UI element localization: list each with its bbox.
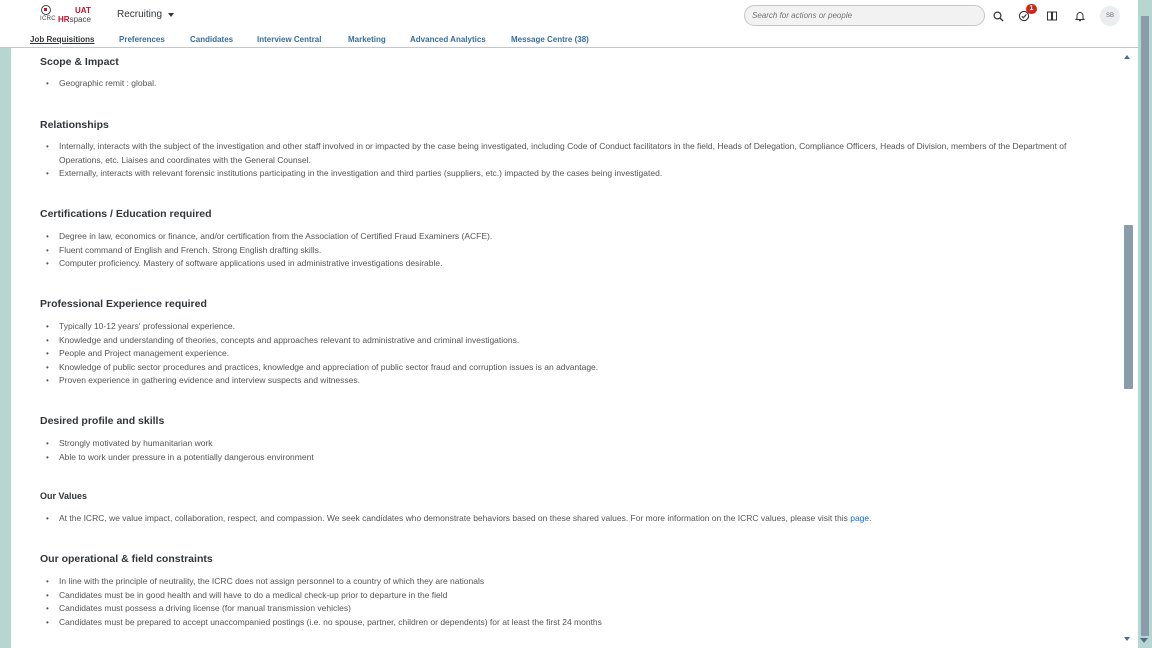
list-item: Geographic remit : global. — [46, 77, 1076, 91]
logo-icrc-text: ICRC — [40, 16, 56, 22]
tab-message-centre[interactable]: Message Centre (38) — [511, 35, 589, 44]
list-item: Candidates must possess a driving licens… — [46, 602, 1076, 616]
section-title-experience: Professional Experience required — [40, 298, 207, 310]
notification-count-badge: 1 — [1026, 4, 1037, 14]
experience-list: Typically 10-12 years' professional expe… — [46, 320, 1076, 388]
section-title-relationships: Relationships — [40, 119, 109, 131]
tab-preferences[interactable]: Preferences — [119, 35, 165, 44]
tab-bar: Job Requisitions Preferences Candidates … — [0, 32, 1152, 48]
list-item: Knowledge of public sector procedures an… — [46, 361, 1076, 375]
list-item: Candidates must be prepared to accept un… — [46, 616, 1076, 630]
values-list: At the ICRC, we value impact, collaborat… — [46, 512, 1076, 526]
list-item: Candidates must be in good health and wi… — [46, 589, 1076, 603]
section-title-profile: Desired profile and skills — [40, 415, 165, 427]
content-scrollbar-thumb[interactable] — [1124, 225, 1133, 389]
icrc-hrspace-logo[interactable]: ICRC UAT HRspace — [38, 5, 94, 27]
icrc-emblem-icon — [41, 5, 51, 15]
list-item: Typically 10-12 years' professional expe… — [46, 320, 1076, 334]
list-item: People and Project management experience… — [46, 347, 1076, 361]
tab-interview-central[interactable]: Interview Central — [257, 35, 321, 44]
left-side-panel — [0, 48, 11, 648]
relationships-list: Internally, interacts with the subject o… — [46, 140, 1076, 181]
chevron-down-icon — [168, 12, 175, 17]
list-item: Computer proficiency. Mastery of softwar… — [46, 257, 1076, 271]
profile-list: Strongly motivated by humanitarian work … — [46, 437, 1076, 464]
shell-header: ICRC UAT HRspace Recruiting 1 SB — [0, 0, 1152, 32]
list-item: Externally, interacts with relevant fore… — [46, 167, 1076, 181]
section-title-values: Our Values — [40, 491, 88, 501]
bell-icon[interactable] — [1073, 9, 1087, 23]
list-item: Degree in law, economics or finance, and… — [46, 230, 1076, 244]
page-scrollbar[interactable] — [1138, 0, 1152, 648]
search-input[interactable] — [744, 5, 985, 26]
list-item: In line with the principle of neutrality… — [46, 575, 1076, 589]
list-item: Strongly motivated by humanitarian work — [46, 437, 1076, 451]
list-item: Able to work under pressure in a potenti… — [46, 451, 1076, 465]
section-title-constraints: Our operational & field constraints — [40, 553, 213, 565]
book-icon[interactable] — [1045, 9, 1059, 23]
list-item: Fluent command of English and French. St… — [46, 244, 1076, 258]
values-text: At the ICRC, we value impact, collaborat… — [59, 513, 851, 523]
tab-marketing[interactable]: Marketing — [348, 35, 386, 44]
list-item: Proven experience in gathering evidence … — [46, 374, 1076, 388]
tab-candidates[interactable]: Candidates — [190, 35, 233, 44]
section-title-scope: Scope & Impact — [40, 56, 119, 68]
section-title-certifications: Certifications / Education required — [40, 208, 212, 220]
constraints-list: In line with the principle of neutrality… — [46, 575, 1076, 629]
app-switcher[interactable]: Recruiting — [117, 9, 175, 20]
user-avatar[interactable]: SB — [1100, 6, 1120, 26]
search-icon[interactable] — [991, 9, 1005, 23]
values-suffix: . — [869, 513, 872, 523]
app-title: Recruiting — [117, 9, 163, 20]
scroll-down-arrow-icon[interactable] — [1140, 638, 1148, 643]
page-scrollbar-thumb[interactable] — [1141, 16, 1149, 636]
values-page-link[interactable]: page — [850, 513, 869, 523]
certifications-list: Degree in law, economics or finance, and… — [46, 230, 1076, 271]
list-item: Internally, interacts with the subject o… — [46, 140, 1076, 167]
tab-advanced-analytics[interactable]: Advanced Analytics — [410, 35, 486, 44]
tab-job-requisitions[interactable]: Job Requisitions — [30, 35, 94, 44]
scope-list: Geographic remit : global. — [46, 77, 1076, 91]
list-item: Knowledge and understanding of theories,… — [46, 334, 1076, 348]
logo-uat-label: UAT — [75, 6, 91, 15]
content-scroll-up-icon[interactable] — [1124, 55, 1130, 59]
logo-hrspace-label: HRspace — [58, 15, 91, 24]
list-item: At the ICRC, we value impact, collaborat… — [46, 512, 1076, 526]
content-scroll-down-icon[interactable] — [1124, 637, 1130, 641]
